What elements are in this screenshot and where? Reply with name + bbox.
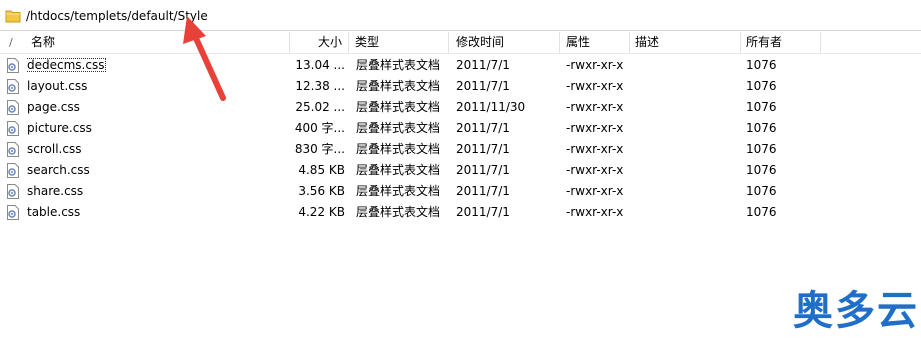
column-header-permissions[interactable]: 属性 [560, 32, 630, 53]
file-permissions: -rwxr-xr-x [566, 184, 624, 198]
file-type: 层叠样式表文档 [356, 58, 441, 72]
file-row[interactable]: layout.css 12.38 ... 层叠样式表文档 2011/7/1 -r… [0, 76, 921, 97]
file-description [635, 97, 739, 118]
file-description [635, 160, 739, 181]
file-permissions: -rwxr-xr-x [566, 142, 624, 156]
column-header-name[interactable]: / 名称 [0, 32, 290, 53]
file-row[interactable]: picture.css 400 字... 层叠样式表文档 2011/7/1 -r… [0, 118, 921, 139]
file-row[interactable]: scroll.css 830 字... 层叠样式表文档 2011/7/1 -rw… [0, 139, 921, 160]
column-label-type: 类型 [355, 35, 380, 49]
file-size: 12.38 ... [295, 79, 345, 93]
current-path[interactable]: /htdocs/templets/default/Style [26, 8, 208, 24]
file-size: 13.04 ... [295, 58, 345, 72]
file-size: 400 字... [294, 121, 345, 135]
file-type: 层叠样式表文档 [356, 205, 441, 219]
css-file-icon [7, 79, 19, 94]
file-size: 4.85 KB [298, 163, 345, 177]
column-label-modified: 修改时间 [456, 35, 505, 49]
file-type: 层叠样式表文档 [356, 79, 441, 93]
file-name: dedecms.css [27, 58, 107, 72]
file-modified: 2011/7/1 [456, 58, 510, 72]
file-owner: 1076 [746, 100, 777, 114]
column-header-modified[interactable]: 修改时间 [449, 32, 560, 53]
file-row[interactable]: page.css 25.02 ... 层叠样式表文档 2011/11/30 -r… [0, 97, 921, 118]
path-bar: /htdocs/templets/default/Style [0, 0, 921, 31]
file-type: 层叠样式表文档 [356, 121, 441, 135]
file-owner: 1076 [746, 163, 777, 177]
css-file-icon [7, 142, 19, 157]
file-permissions: -rwxr-xr-x [566, 100, 624, 114]
file-owner: 1076 [746, 205, 777, 219]
file-modified: 2011/7/1 [456, 163, 510, 177]
file-row[interactable]: share.css 3.56 KB 层叠样式表文档 2011/7/1 -rwxr… [0, 181, 921, 202]
file-description [635, 76, 739, 97]
file-permissions: -rwxr-xr-x [566, 79, 624, 93]
file-size: 25.02 ... [295, 100, 345, 114]
file-owner: 1076 [746, 121, 777, 135]
file-type: 层叠样式表文档 [356, 100, 441, 114]
column-header-size[interactable]: 大小 [290, 32, 349, 53]
column-label-permissions: 属性 [566, 35, 591, 49]
column-header-description[interactable]: 描述 [630, 32, 741, 53]
column-label-size: 大小 [317, 35, 342, 49]
column-header-type[interactable]: 类型 [349, 32, 449, 53]
file-owner: 1076 [746, 142, 777, 156]
watermark: 奥多云 [793, 288, 919, 334]
file-modified: 2011/11/30 [456, 100, 526, 114]
file-name: layout.css [27, 79, 88, 93]
file-permissions: -rwxr-xr-x [566, 205, 624, 219]
file-description [635, 139, 739, 160]
file-modified: 2011/7/1 [456, 205, 510, 219]
file-owner: 1076 [746, 58, 777, 72]
css-file-icon [7, 100, 19, 115]
file-size: 3.56 KB [298, 184, 345, 198]
folder-icon [5, 10, 21, 23]
file-permissions: -rwxr-xr-x [566, 121, 624, 135]
file-description [635, 55, 739, 76]
file-size: 830 字... [294, 142, 345, 156]
file-type: 层叠样式表文档 [356, 184, 441, 198]
file-name: page.css [27, 100, 80, 114]
file-modified: 2011/7/1 [456, 79, 510, 93]
file-owner: 1076 [746, 79, 777, 93]
file-description [635, 118, 739, 139]
css-file-icon [7, 184, 19, 199]
file-permissions: -rwxr-xr-x [566, 163, 624, 177]
css-file-icon [7, 58, 19, 73]
css-file-icon [7, 163, 19, 178]
column-header-owner[interactable]: 所有者 [741, 32, 821, 53]
file-name: table.css [27, 205, 81, 219]
sort-indicator: / [9, 36, 13, 49]
file-description [635, 202, 739, 223]
file-owner: 1076 [746, 184, 777, 198]
file-row[interactable]: table.css 4.22 KB 层叠样式表文档 2011/7/1 -rwxr… [0, 202, 921, 223]
column-label-name: 名称 [31, 35, 56, 49]
column-header-row: / 名称 大小 类型 修改时间 属性 描述 所有者 [0, 32, 921, 54]
file-row[interactable]: search.css 4.85 KB 层叠样式表文档 2011/7/1 -rwx… [0, 160, 921, 181]
file-row[interactable]: dedecms.css 13.04 ... 层叠样式表文档 2011/7/1 -… [0, 55, 921, 76]
file-permissions: -rwxr-xr-x [566, 58, 624, 72]
file-size: 4.22 KB [298, 205, 345, 219]
file-type: 层叠样式表文档 [356, 142, 441, 156]
file-modified: 2011/7/1 [456, 184, 510, 198]
file-type: 层叠样式表文档 [356, 163, 441, 177]
file-name: search.css [27, 163, 90, 177]
css-file-icon [7, 121, 19, 136]
file-name: share.css [27, 184, 84, 198]
css-file-icon [7, 205, 19, 220]
file-modified: 2011/7/1 [456, 121, 510, 135]
column-label-description: 描述 [635, 35, 660, 49]
file-name: scroll.css [27, 142, 82, 156]
file-modified: 2011/7/1 [456, 142, 510, 156]
file-name: picture.css [27, 121, 92, 135]
file-description [635, 181, 739, 202]
column-label-owner: 所有者 [746, 35, 783, 49]
